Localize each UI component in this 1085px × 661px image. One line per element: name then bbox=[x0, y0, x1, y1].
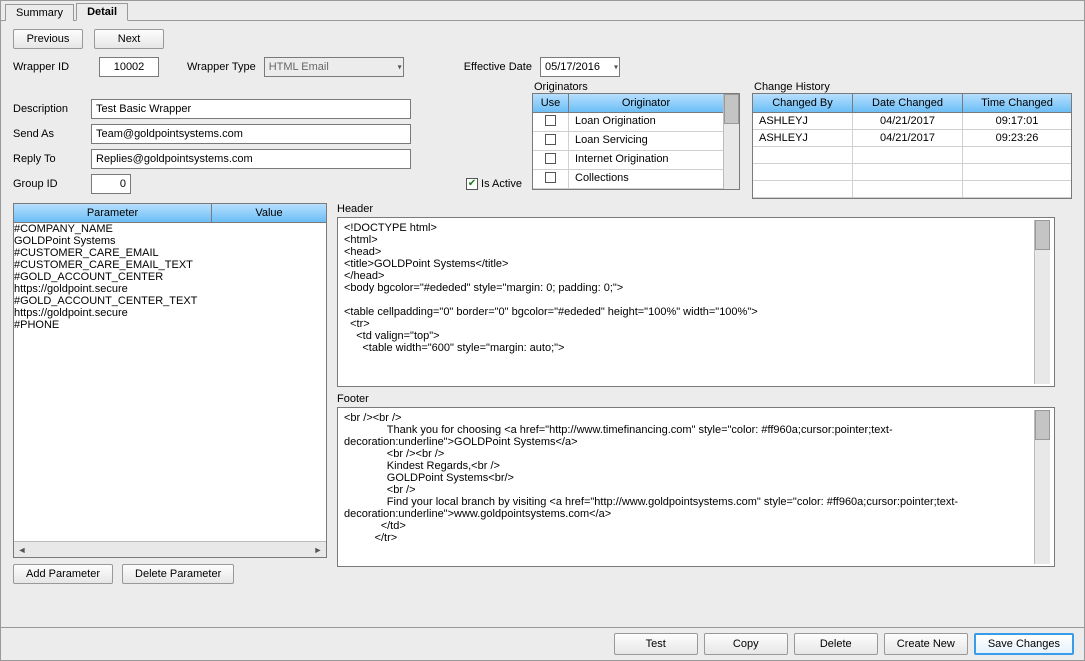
header-textarea[interactable] bbox=[342, 220, 1034, 384]
add-parameter-button[interactable]: Add Parameter bbox=[13, 564, 113, 584]
date-changed-cell: 04/21/2017 bbox=[853, 113, 963, 129]
arrow-right-icon[interactable]: ► bbox=[310, 545, 326, 555]
originator-name: Internet Origination bbox=[569, 151, 723, 169]
table-row bbox=[753, 147, 1071, 164]
table-row bbox=[14, 403, 326, 421]
table-row bbox=[14, 511, 326, 529]
time-changed-cell: 09:23:26 bbox=[963, 130, 1071, 146]
table-row bbox=[14, 439, 326, 457]
table-row[interactable]: ASHLEYJ04/21/201709:17:01 bbox=[753, 113, 1071, 130]
reply-to-input[interactable] bbox=[91, 149, 411, 169]
delete-parameter-button[interactable]: Delete Parameter bbox=[122, 564, 234, 584]
change-history-label: Change History bbox=[752, 81, 1072, 93]
table-row bbox=[753, 164, 1071, 181]
table-row[interactable]: Collections bbox=[533, 170, 723, 189]
parameter-name-cell: #COMPANY_NAME bbox=[14, 223, 212, 235]
parameter-name-cell: #PHONE bbox=[14, 319, 212, 331]
date-changed-cell: 04/21/2017 bbox=[853, 130, 963, 146]
description-label: Description bbox=[13, 103, 91, 115]
is-active-checkbox[interactable] bbox=[466, 178, 478, 190]
table-row bbox=[14, 457, 326, 475]
checkbox-icon[interactable] bbox=[545, 134, 556, 145]
change-history-col-timechanged[interactable]: Time Changed bbox=[963, 94, 1071, 112]
parameter-value-cell: https://goldpoint.secure bbox=[14, 307, 326, 319]
save-changes-button[interactable]: Save Changes bbox=[974, 633, 1074, 655]
change-history-col-datechanged[interactable]: Date Changed bbox=[853, 94, 963, 112]
reply-to-label: Reply To bbox=[13, 153, 91, 165]
is-active-label: Is Active bbox=[481, 178, 522, 190]
param-col-parameter[interactable]: Parameter bbox=[14, 204, 212, 222]
effective-date-input[interactable] bbox=[540, 57, 620, 77]
param-hscrollbar[interactable]: ◄ ► bbox=[14, 541, 326, 557]
table-row[interactable]: #PHONE bbox=[14, 319, 326, 331]
effective-date-label: Effective Date bbox=[464, 61, 532, 73]
param-col-value[interactable]: Value bbox=[212, 204, 326, 222]
changed-by-cell: ASHLEYJ bbox=[753, 130, 853, 146]
originator-name: Loan Origination bbox=[569, 113, 723, 131]
tab-detail[interactable]: Detail bbox=[76, 3, 128, 21]
create-new-button[interactable]: Create New bbox=[884, 633, 968, 655]
table-row bbox=[14, 331, 326, 349]
wrapper-type-select[interactable] bbox=[264, 57, 404, 77]
parameter-name-cell: #GOLD_ACCOUNT_CENTER bbox=[14, 271, 212, 283]
arrow-left-icon[interactable]: ◄ bbox=[14, 545, 30, 555]
footer-scrollbar[interactable] bbox=[1034, 410, 1050, 564]
table-row bbox=[14, 493, 326, 511]
table-row bbox=[753, 181, 1071, 198]
wrapper-id-input[interactable] bbox=[99, 57, 159, 77]
test-button[interactable]: Test bbox=[614, 633, 698, 655]
table-row bbox=[14, 421, 326, 439]
wrapper-type-label: Wrapper Type bbox=[187, 61, 256, 73]
next-button[interactable]: Next bbox=[94, 29, 164, 49]
checkbox-icon[interactable] bbox=[545, 172, 556, 183]
header-scrollbar[interactable] bbox=[1034, 220, 1050, 384]
parameter-value-cell: https://goldpoint.secure bbox=[14, 283, 326, 295]
changed-by-cell: ASHLEYJ bbox=[753, 113, 853, 129]
table-row[interactable]: #GOLD_ACCOUNT_CENTERhttps://goldpoint.se… bbox=[14, 271, 326, 295]
table-row[interactable]: Loan Origination bbox=[533, 113, 723, 132]
originators-col-originator[interactable]: Originator bbox=[569, 94, 723, 112]
parameter-value-cell: GOLDPoint Systems bbox=[14, 235, 326, 247]
copy-button[interactable]: Copy bbox=[704, 633, 788, 655]
originators-col-use[interactable]: Use bbox=[533, 94, 569, 112]
parameter-name-cell: #CUSTOMER_CARE_EMAIL_TEXT bbox=[14, 259, 212, 271]
tab-summary[interactable]: Summary bbox=[5, 4, 74, 21]
table-row[interactable]: #COMPANY_NAMEGOLDPoint Systems bbox=[14, 223, 326, 247]
parameter-grid[interactable]: Parameter Value #COMPANY_NAMEGOLDPoint S… bbox=[13, 203, 327, 558]
group-id-input[interactable] bbox=[91, 174, 131, 194]
table-row[interactable]: #GOLD_ACCOUNT_CENTER_TEXThttps://goldpoi… bbox=[14, 295, 326, 319]
table-row bbox=[14, 385, 326, 403]
delete-button[interactable]: Delete bbox=[794, 633, 878, 655]
table-row[interactable]: #CUSTOMER_CARE_EMAIL bbox=[14, 247, 326, 259]
parameter-name-cell: #GOLD_ACCOUNT_CENTER_TEXT bbox=[14, 295, 212, 307]
footer-textarea[interactable] bbox=[342, 410, 1034, 564]
checkbox-icon[interactable] bbox=[545, 153, 556, 164]
wrapper-id-label: Wrapper ID bbox=[13, 61, 91, 73]
table-row bbox=[14, 475, 326, 493]
originators-scrollbar[interactable] bbox=[723, 94, 739, 189]
header-label: Header bbox=[337, 203, 1072, 215]
checkbox-icon[interactable] bbox=[545, 115, 556, 126]
table-row[interactable]: #CUSTOMER_CARE_EMAIL_TEXT bbox=[14, 259, 326, 271]
table-row[interactable]: Loan Servicing bbox=[533, 132, 723, 151]
send-as-input[interactable] bbox=[91, 124, 411, 144]
change-history-col-changedby[interactable]: Changed By bbox=[753, 94, 853, 112]
table-row bbox=[14, 367, 326, 385]
time-changed-cell: 09:17:01 bbox=[963, 113, 1071, 129]
table-row[interactable]: Internet Origination bbox=[533, 151, 723, 170]
group-id-label: Group ID bbox=[13, 178, 91, 190]
footer-label: Footer bbox=[337, 393, 1072, 405]
table-row bbox=[14, 349, 326, 367]
previous-button[interactable]: Previous bbox=[13, 29, 83, 49]
parameter-name-cell: #CUSTOMER_CARE_EMAIL bbox=[14, 247, 212, 259]
table-row[interactable]: ASHLEYJ04/21/201709:23:26 bbox=[753, 130, 1071, 147]
description-input[interactable] bbox=[91, 99, 411, 119]
send-as-label: Send As bbox=[13, 128, 91, 140]
originator-name: Collections bbox=[569, 170, 723, 188]
originator-name: Loan Servicing bbox=[569, 132, 723, 150]
originators-label: Originators bbox=[532, 81, 740, 93]
